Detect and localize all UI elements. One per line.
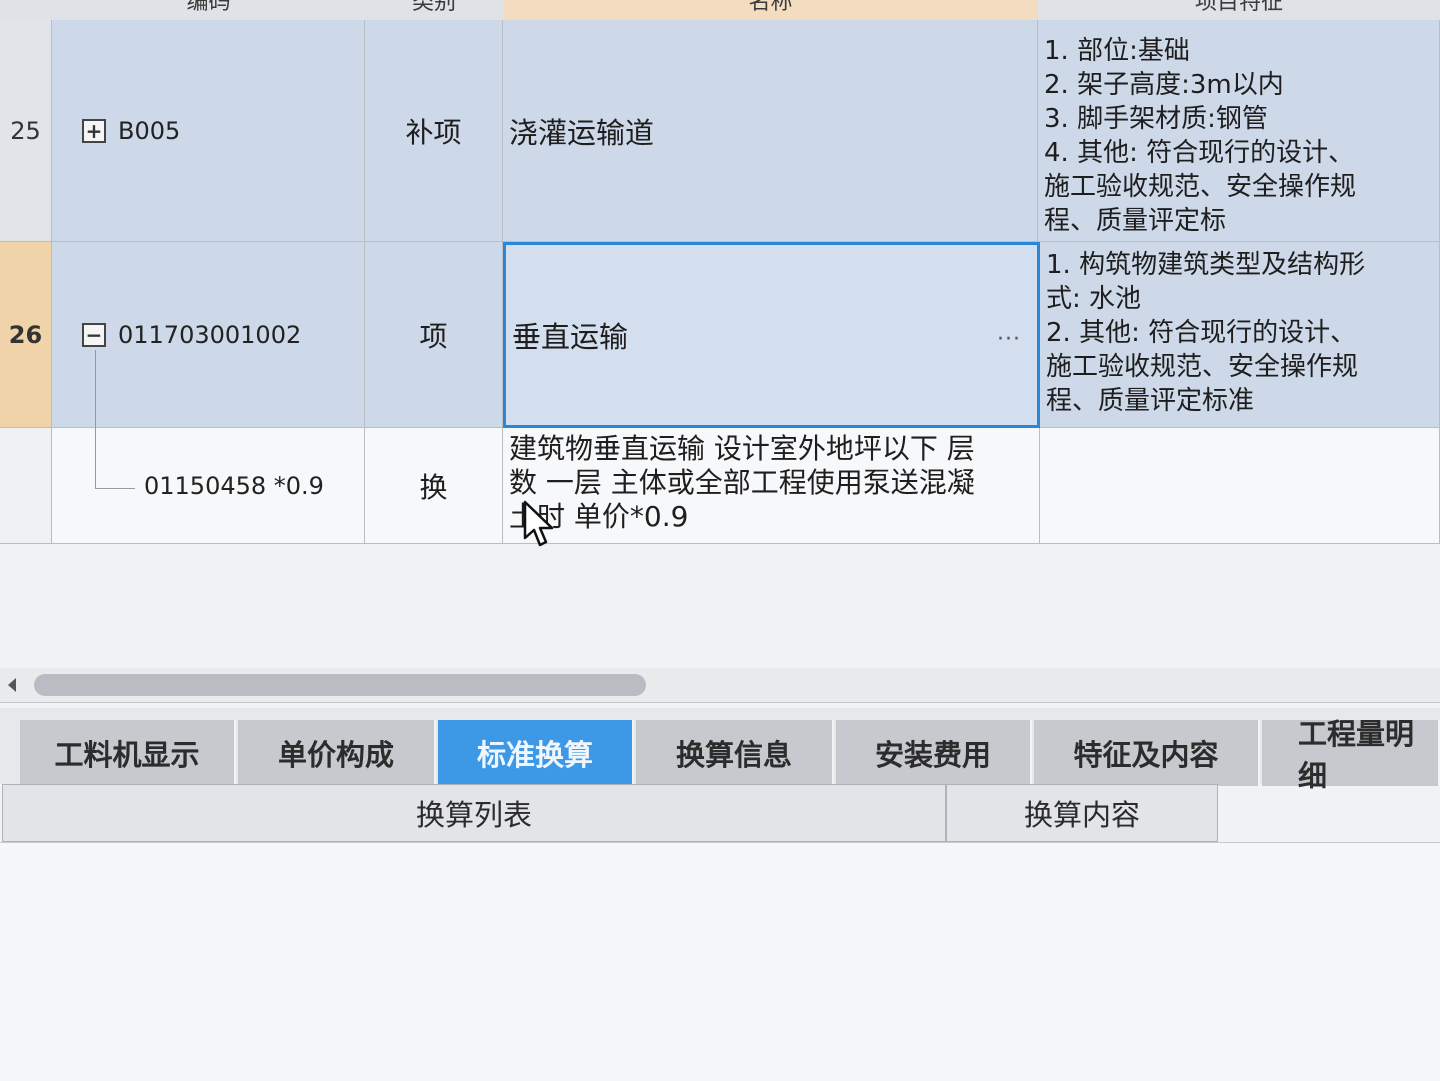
tab-labor-material[interactable]: 工料机显示 — [20, 720, 236, 786]
bottom-tab-bar: 工料机显示 单价构成 标准换算 换算信息 安装费用 特征及内容 工程量明细 — [0, 708, 1440, 793]
row-number[interactable] — [0, 428, 52, 544]
name-text: 垂直运输 — [512, 320, 629, 354]
feature-line: 式: 水池 — [1046, 284, 1142, 314]
tab-features-content[interactable]: 特征及内容 — [1034, 720, 1260, 786]
collapse-minus-icon[interactable]: − — [82, 322, 106, 347]
name-line: 建筑物垂直运输 设计室外地坪以下 层 — [509, 432, 975, 465]
feature-line: 程、质量评定标准 — [1046, 386, 1255, 416]
table-row[interactable]: 25 + B005 补项 浇灌运输道 1. 部位:基础 2. 架子高度:3m以内… — [0, 20, 1440, 242]
header-features[interactable]: 项目特征 — [1038, 0, 1440, 20]
code-cell[interactable]: 01150458 *0.9 — [52, 428, 365, 544]
conversion-list-header[interactable]: 换算列表 — [2, 784, 946, 842]
scrollbar-thumb[interactable] — [34, 674, 646, 696]
row-number[interactable]: 25 — [0, 20, 52, 242]
code-cell[interactable]: + B005 — [52, 20, 365, 242]
feature-line: 3. 脚手架材质:钢管 — [1044, 104, 1268, 134]
header-name[interactable]: 名称 — [503, 0, 1039, 20]
feature-line: 施工验收规范、安全操作规 — [1046, 352, 1359, 382]
type-cell[interactable]: 补项 — [365, 20, 503, 242]
feature-line: 2. 架子高度:3m以内 — [1044, 70, 1284, 100]
feature-line: 施工验收规范、安全操作规 — [1044, 172, 1357, 202]
mouse-pointer-icon — [523, 500, 554, 547]
table-row[interactable]: 01150458 *0.9 换 建筑物垂直运输 设计室外地坪以下 层 数 一层 … — [0, 428, 1440, 544]
header-code[interactable]: 编码 — [52, 0, 366, 20]
feature-line: 4. 其他: 符合现行的设计、 — [1044, 138, 1355, 168]
conversion-content-header[interactable]: 换算内容 — [946, 784, 1218, 842]
conversion-list-panel — [0, 842, 1440, 1081]
name-cell-selected[interactable]: 垂直运输 ··· — [503, 242, 1040, 428]
tab-quantity-detail[interactable]: 工程量明细 — [1262, 717, 1440, 793]
header-type[interactable]: 类别 — [365, 0, 504, 20]
type-cell[interactable]: 换 — [365, 428, 503, 544]
code-text: 01150458 *0.9 — [144, 471, 324, 500]
row-number[interactable]: 26 — [0, 242, 52, 428]
header-rownum — [0, 0, 53, 20]
tree-line-icon — [95, 350, 96, 488]
features-cell[interactable] — [1040, 428, 1440, 544]
feature-line: 2. 其他: 符合现行的设计、 — [1046, 318, 1357, 348]
name-line: 数 一层 主体或全部工程使用泵送混凝 — [509, 466, 975, 499]
tab-install-cost[interactable]: 安装费用 — [836, 720, 1032, 786]
tab-unit-price[interactable]: 单价构成 — [238, 720, 436, 786]
name-cell[interactable]: 浇灌运输道 — [503, 20, 1038, 242]
scroll-left-arrow-icon[interactable] — [8, 678, 16, 692]
feature-line: 程、质量评定标 — [1044, 206, 1227, 236]
table-row[interactable]: 26 − 011703001002 项 垂直运输 ··· 1. 构筑物建筑类型及… — [0, 242, 1440, 428]
code-text: 011703001002 — [118, 320, 302, 349]
ellipsis-button[interactable]: ··· — [997, 327, 1021, 352]
name-cell[interactable]: 建筑物垂直运输 设计室外地坪以下 层 数 一层 主体或全部工程使用泵送混凝 土时… — [503, 428, 1040, 544]
tab-standard-conversion[interactable]: 标准换算 — [438, 720, 634, 786]
type-cell[interactable]: 项 — [365, 242, 503, 428]
features-cell[interactable]: 1. 构筑物建筑类型及结构形 式: 水池 2. 其他: 符合现行的设计、 施工验… — [1040, 242, 1440, 428]
features-cell[interactable]: 1. 部位:基础 2. 架子高度:3m以内 3. 脚手架材质:钢管 4. 其他:… — [1038, 20, 1440, 242]
tab-conversion-info[interactable]: 换算信息 — [636, 720, 834, 786]
code-cell[interactable]: − 011703001002 — [52, 242, 365, 428]
tree-line-icon — [95, 488, 135, 489]
feature-line: 1. 构筑物建筑类型及结构形 — [1046, 250, 1366, 280]
code-text: B005 — [118, 116, 181, 145]
horizontal-scrollbar[interactable] — [0, 668, 1440, 703]
feature-line: 1. 部位:基础 — [1044, 36, 1190, 66]
expand-plus-icon[interactable]: + — [82, 118, 106, 143]
